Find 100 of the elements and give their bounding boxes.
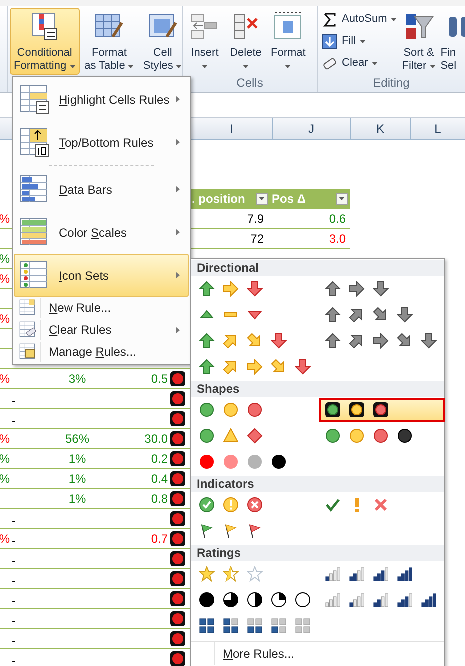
arrow-right-icon bbox=[223, 281, 239, 297]
ribbon-button[interactable]: Insert bbox=[185, 8, 225, 75]
cell-value: - bbox=[12, 394, 16, 408]
cell-value: 0.6 bbox=[329, 211, 346, 228]
traffic-light-icon bbox=[170, 550, 186, 566]
cell-value: - bbox=[12, 574, 16, 588]
highlight-rules-icon bbox=[19, 84, 51, 116]
filter-dropdown-button[interactable] bbox=[336, 193, 348, 205]
cell-value: - bbox=[12, 614, 16, 628]
circle-icon bbox=[199, 454, 215, 470]
menu-item[interactable]: Data Bars bbox=[14, 168, 189, 211]
triangle-icon bbox=[223, 428, 239, 444]
exclamation-icon bbox=[355, 498, 359, 512]
arrow-right-icon bbox=[373, 333, 389, 349]
menu-item[interactable]: More Rules... bbox=[215, 642, 294, 665]
cell-value: 3.0 bbox=[329, 231, 346, 248]
grid-icon bbox=[199, 618, 215, 634]
ribbon-button[interactable]: Clear bbox=[320, 53, 400, 74]
ribbon-button[interactable]: Sort & Filter bbox=[400, 8, 438, 75]
arrow-up-right-icon bbox=[349, 333, 365, 349]
ribbon-button[interactable]: Fin Sel bbox=[438, 8, 465, 75]
section-heading: Indicators bbox=[197, 476, 254, 493]
menu-item[interactable]: Top/Bottom Rules bbox=[14, 121, 189, 164]
grid-icon bbox=[295, 618, 311, 634]
signal-bars-icon bbox=[397, 592, 413, 608]
traffic-light-icon bbox=[349, 402, 365, 418]
cell-value: 3% bbox=[68, 371, 86, 388]
traffic-light-icon bbox=[170, 450, 186, 466]
cell-value: % bbox=[0, 211, 10, 228]
cell-value: 72 bbox=[250, 231, 264, 248]
flag-icon bbox=[199, 523, 215, 539]
ribbon-button[interactable]: Format as Table bbox=[80, 8, 138, 75]
cell-value: - bbox=[12, 414, 16, 428]
arrow-up-right-icon bbox=[223, 359, 239, 375]
diamond-icon bbox=[247, 428, 263, 444]
star-icon bbox=[199, 566, 215, 582]
filter-dropdown-button[interactable] bbox=[256, 193, 268, 205]
exclamation-circle-icon bbox=[223, 497, 239, 513]
arrow-up-icon bbox=[325, 307, 341, 323]
traffic-light-icon bbox=[170, 490, 186, 506]
cell-value: % bbox=[0, 371, 10, 388]
menu-item[interactable]: Highlight Cells Rules bbox=[14, 78, 189, 121]
grid-icon bbox=[271, 618, 287, 634]
traffic-light-icon bbox=[170, 570, 186, 586]
arrow-down-right-icon bbox=[397, 333, 413, 349]
traffic-light-icon bbox=[170, 650, 186, 666]
menu-item[interactable]: Color Scales bbox=[14, 211, 189, 254]
cell-value: % bbox=[0, 271, 10, 288]
section-heading: Shapes bbox=[197, 381, 240, 398]
arrow-up-icon bbox=[199, 281, 215, 297]
traffic-light-icon bbox=[170, 430, 186, 446]
pie-icon bbox=[271, 592, 287, 608]
signal-bars-icon bbox=[349, 566, 365, 582]
icon-set-option[interactable] bbox=[319, 398, 445, 422]
pie-icon bbox=[247, 592, 263, 608]
menu-item-label: More Rules... bbox=[223, 646, 294, 662]
cell-value: 0.2 bbox=[151, 451, 168, 468]
menu-item[interactable]: New Rule... bbox=[14, 297, 189, 319]
manage-rules-icon bbox=[18, 343, 36, 361]
arrow-down-icon bbox=[373, 281, 389, 297]
caret-icon bbox=[259, 197, 265, 201]
signal-bars-icon bbox=[373, 592, 389, 608]
cell-value: - bbox=[12, 554, 16, 568]
check-circle-icon bbox=[199, 497, 215, 513]
arrow-down-right-icon bbox=[373, 307, 389, 323]
grid-icon bbox=[223, 618, 239, 634]
menu-item[interactable]: Clear Rules bbox=[14, 319, 189, 341]
ribbon-button[interactable]: Delete bbox=[226, 8, 266, 75]
cell-value: 0.8 bbox=[151, 491, 168, 508]
traffic-light-icon bbox=[170, 410, 186, 426]
pie-icon bbox=[295, 592, 311, 608]
cell-value: - bbox=[12, 594, 16, 608]
ribbon-button[interactable]: Cell Styles bbox=[139, 8, 186, 75]
cell-value: 0.4 bbox=[151, 471, 168, 488]
cell-value: 1% bbox=[68, 451, 86, 468]
menu-item-label: Icon Sets bbox=[58, 268, 110, 284]
menu-item-label: New Rule... bbox=[48, 300, 112, 317]
menu-item[interactable]: Icon Sets bbox=[14, 254, 189, 297]
traffic-light-icon bbox=[325, 402, 341, 418]
column-header: I bbox=[230, 120, 234, 138]
cell-value: 1% bbox=[68, 491, 86, 508]
star-outline-icon bbox=[247, 566, 263, 582]
cell-value: - bbox=[12, 514, 16, 528]
ribbon-button[interactable]: Fill bbox=[320, 31, 400, 52]
ribbon-button[interactable]: Format bbox=[267, 8, 310, 75]
menu-item-label: Manage Rules... bbox=[48, 344, 138, 361]
traffic-light-icon bbox=[170, 610, 186, 626]
menu-item[interactable]: Manage Rules... bbox=[14, 341, 189, 363]
circle-icon bbox=[349, 428, 365, 444]
x-icon bbox=[373, 497, 389, 513]
cell-value: % bbox=[0, 251, 10, 268]
cell-value: - bbox=[12, 634, 16, 648]
cell-value: 7.9 bbox=[247, 211, 264, 228]
ribbon-button[interactable]: Conditional Formatting bbox=[10, 8, 80, 75]
ribbon-button[interactable]: AutoSum bbox=[320, 9, 400, 30]
menu-item-label: Highlight Cells Rules bbox=[58, 92, 171, 108]
fill-down-icon bbox=[322, 34, 338, 50]
cell-value: % bbox=[0, 531, 10, 548]
circle-icon bbox=[247, 454, 263, 470]
signal-bars-icon bbox=[349, 592, 365, 608]
